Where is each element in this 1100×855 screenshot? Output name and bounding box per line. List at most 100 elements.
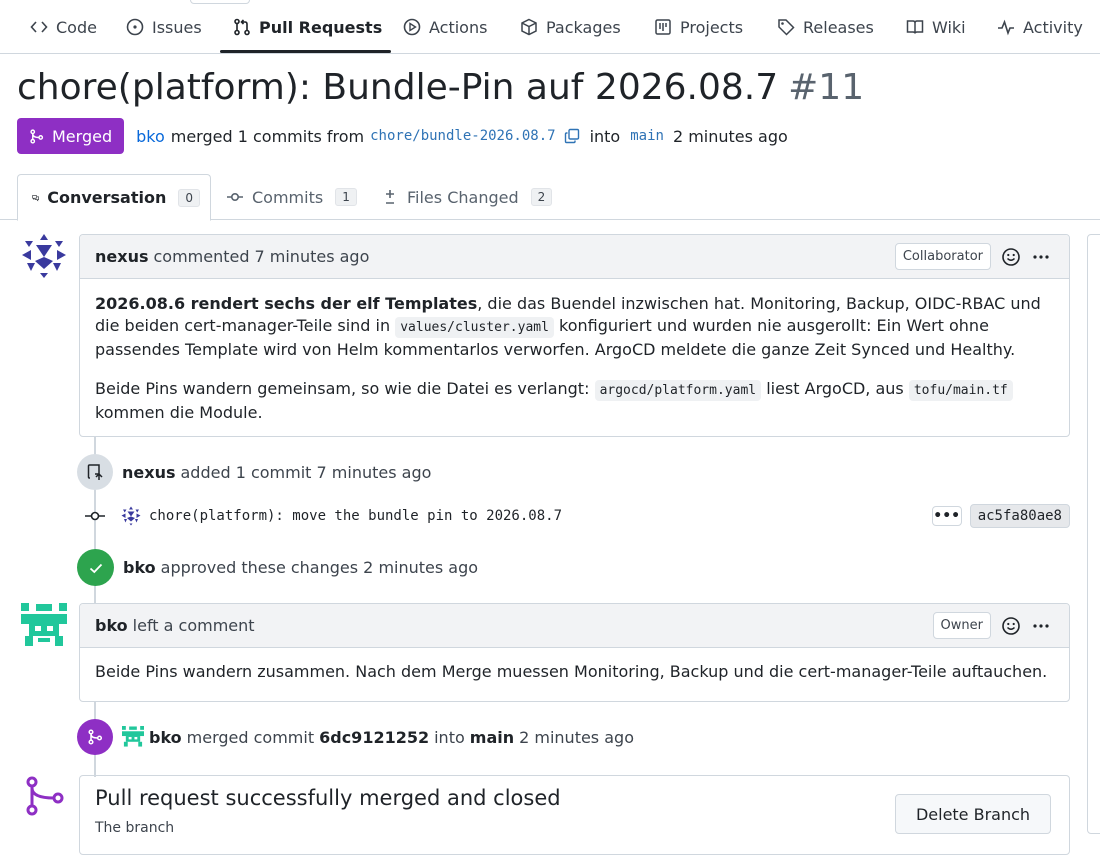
nav-activity-label: Activity xyxy=(1023,17,1083,37)
check-icon xyxy=(89,563,102,573)
active-nav-indicator xyxy=(220,50,391,53)
tab-conversation[interactable]: Conversation 0 xyxy=(17,174,211,221)
play-icon xyxy=(403,18,421,36)
header-fragment xyxy=(190,0,250,4)
into-text: into xyxy=(589,126,621,146)
timeline-event-push: nexus added 1 commit 7 minutes ago xyxy=(77,454,431,490)
comment-header: nexus commented 7 minutes ago Collaborat… xyxy=(80,235,1069,279)
event-time: 2 minutes ago xyxy=(519,727,634,747)
comment-card: bko left a comment Owner Beide Pins wand… xyxy=(79,603,1070,702)
pr-meta: Merged bko merged 1 commits from chore/b… xyxy=(17,118,788,154)
merged-text: merged 1 commits from xyxy=(170,126,365,146)
nav-projects[interactable]: Projects xyxy=(654,10,743,44)
avatar[interactable] xyxy=(21,603,67,649)
merge-status-title: Pull request successfully merged and clo… xyxy=(95,786,561,810)
event-text: into xyxy=(434,727,465,747)
nav-issues-label: Issues xyxy=(152,17,202,37)
nav-issues[interactable]: Issues xyxy=(126,10,202,44)
comment-author[interactable]: nexus xyxy=(95,247,148,266)
event-text: merged commit xyxy=(186,727,315,747)
tab-files-changed[interactable]: Files Changed 2 xyxy=(371,174,562,220)
repo-push-icon xyxy=(87,464,103,480)
nav-packages-label: Packages xyxy=(546,17,621,37)
author-link[interactable]: bko xyxy=(136,127,165,146)
tag-icon xyxy=(778,19,795,36)
pr-number: #11 xyxy=(788,67,865,108)
commit-expand-button[interactable]: ••• xyxy=(931,506,962,526)
nav-actions[interactable]: Actions xyxy=(403,10,487,44)
nav-releases[interactable]: Releases xyxy=(777,10,874,44)
event-author[interactable]: bko xyxy=(123,558,156,577)
tab-files-changed-label: Files Changed xyxy=(407,187,519,207)
nav-wiki-label: Wiki xyxy=(932,17,966,37)
merge-target-branch[interactable]: main xyxy=(470,728,514,747)
commit-row: chore(platform): move the bundle pin to … xyxy=(84,503,1070,529)
project-icon xyxy=(655,19,671,35)
nav-wiki[interactable]: Wiki xyxy=(906,10,966,44)
base-branch-link[interactable]: main xyxy=(630,128,664,144)
inline-code: tofu/main.tf xyxy=(908,380,1013,401)
comment-body: Beide Pins wandern zusammen. Nach dem Me… xyxy=(80,648,1069,699)
comment-text: kommen die Module. xyxy=(95,403,263,422)
timeline-event-approved: bko approved these changes 2 minutes ago xyxy=(77,549,478,586)
merge-status-box: Pull request successfully merged and clo… xyxy=(79,775,1070,855)
merge-icon xyxy=(30,128,44,144)
tab-commits-label: Commits xyxy=(252,187,324,207)
comment-time[interactable]: 7 minutes ago xyxy=(255,247,370,266)
book-icon xyxy=(906,20,924,34)
diff-icon xyxy=(386,190,394,204)
merge-icon xyxy=(88,729,103,745)
comment-paragraph: Beide Pins wandern gemeinsam, so wie die… xyxy=(95,378,1054,424)
kebab-menu-icon[interactable] xyxy=(1031,247,1051,267)
comment-bold-text: 2026.08.6 rendert sechs der elf Template… xyxy=(95,294,478,313)
smiley-icon[interactable] xyxy=(1001,247,1021,267)
inline-code: values/cluster.yaml xyxy=(395,317,554,338)
nav-packages[interactable]: Packages xyxy=(520,10,621,44)
event-text: added 1 commit 7 minutes ago xyxy=(180,462,432,482)
sidebar-edge xyxy=(1087,234,1100,834)
comment-text: Beide Pins wandern gemeinsam, so wie die… xyxy=(95,379,595,398)
conversation-icon xyxy=(32,194,39,201)
status-badge-label: Merged xyxy=(52,126,113,146)
nav-projects-label: Projects xyxy=(680,17,744,37)
event-author[interactable]: nexus xyxy=(122,463,175,482)
comment-author[interactable]: bko xyxy=(95,616,128,635)
avatar[interactable] xyxy=(121,506,141,526)
repo-nav: Code Issues Pull Requests Actions Packag… xyxy=(0,0,1100,54)
nav-pull-requests[interactable]: Pull Requests xyxy=(233,10,382,44)
role-badge: Owner xyxy=(932,612,991,639)
comment-header: bko left a comment Owner xyxy=(80,604,1069,648)
nav-code[interactable]: Code xyxy=(30,10,97,44)
issue-icon xyxy=(126,18,144,36)
nav-activity[interactable]: Activity xyxy=(997,10,1083,44)
code-icon xyxy=(30,21,48,33)
avatar[interactable] xyxy=(21,233,67,279)
approved-badge xyxy=(77,549,114,586)
nav-pull-requests-label: Pull Requests xyxy=(259,17,383,37)
page-title: chore(platform): Bundle-Pin auf 2026.08.… xyxy=(17,64,864,112)
copy-icon[interactable] xyxy=(564,128,580,144)
comment-action: left a comment xyxy=(132,616,255,635)
tab-conversation-label: Conversation xyxy=(47,188,167,207)
tab-commits[interactable]: Commits 1 xyxy=(216,174,367,220)
nav-code-label: Code xyxy=(56,17,97,37)
head-branch-link[interactable]: chore/bundle-2026.08.7 xyxy=(370,128,555,144)
pr-tabs: Conversation 0 Commits 1 Files Changed 2 xyxy=(0,174,1100,221)
comment-text: Beide Pins wandern zusammen. Nach dem Me… xyxy=(95,662,1048,681)
smiley-icon[interactable] xyxy=(1001,616,1021,636)
commit-icon xyxy=(85,511,105,521)
merge-commit-sha[interactable]: 6dc9121252 xyxy=(319,728,429,747)
avatar[interactable] xyxy=(122,726,144,748)
nav-releases-label: Releases xyxy=(803,17,874,37)
role-badge: Collaborator xyxy=(894,243,991,270)
kebab-menu-icon[interactable] xyxy=(1031,616,1051,636)
delete-branch-button[interactable]: Delete Branch xyxy=(895,794,1051,834)
commit-sha-button[interactable]: ac5fa80ae8 xyxy=(969,504,1070,528)
merge-icon xyxy=(26,776,64,816)
commit-message-link[interactable]: chore(platform): move the bundle pin to … xyxy=(149,508,562,524)
event-author[interactable]: bko xyxy=(149,728,182,747)
tab-conversation-count: 0 xyxy=(178,188,200,207)
commit-icon xyxy=(227,193,243,202)
pr-title-text: chore(platform): Bundle-Pin auf 2026.08.… xyxy=(17,67,779,108)
merged-time: 2 minutes ago xyxy=(672,126,788,146)
